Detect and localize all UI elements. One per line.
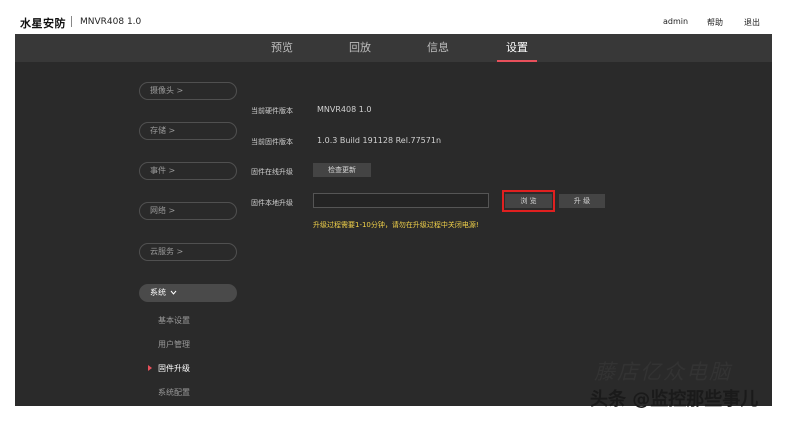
tab-preview[interactable]: 预览 bbox=[252, 34, 312, 62]
fw-version-value: 1.0.3 Build 191128 Rel.77571n bbox=[317, 136, 442, 145]
user-link[interactable]: admin bbox=[663, 17, 688, 26]
hw-version-value: MNVR408 1.0 bbox=[317, 105, 372, 114]
hw-version-label: 当前硬件版本 bbox=[251, 107, 293, 115]
sub-item-firmware-upgrade[interactable]: 固件升级 bbox=[158, 363, 190, 374]
tab-settings[interactable]: 设置 bbox=[487, 34, 547, 62]
brand-divider bbox=[71, 16, 72, 27]
logout-link[interactable]: 退出 bbox=[744, 17, 760, 28]
sub-item-user-management[interactable]: 用户管理 bbox=[158, 339, 190, 350]
local-upgrade-label: 固件本地升级 bbox=[251, 199, 293, 207]
check-update-button[interactable]: 检查更新 bbox=[313, 163, 371, 177]
tab-info[interactable]: 信息 bbox=[408, 34, 468, 62]
tab-playback[interactable]: 回放 bbox=[330, 34, 390, 62]
sub-item-system-config[interactable]: 系统配置 bbox=[158, 387, 190, 398]
sidebar-item-network[interactable]: 网络 > bbox=[139, 202, 237, 220]
device-model: MNVR408 1.0 bbox=[80, 17, 142, 27]
upgrade-hint: 升级过程需要1-10分钟，请勿在升级过程中关闭电源! bbox=[313, 221, 479, 229]
firmware-file-input[interactable] bbox=[313, 193, 489, 208]
brand-logo: 水星安防 bbox=[20, 17, 66, 30]
watermark-source: 头条 @监控那些事儿 bbox=[590, 389, 759, 410]
sidebar-item-events[interactable]: 事件 > bbox=[139, 162, 237, 180]
help-link[interactable]: 帮助 bbox=[707, 17, 723, 28]
watermark-shop-name: 藤店亿众电脑 bbox=[594, 360, 732, 384]
top-nav: 预览 回放 信息 设置 bbox=[15, 34, 772, 62]
sidebar-item-cloud[interactable]: 云服务 > bbox=[139, 243, 237, 261]
main-window: 预览 回放 信息 设置 摄像头 > 存储 > 事件 > 网络 > 云服务 > 系… bbox=[15, 34, 772, 406]
upgrade-button[interactable]: 升 级 bbox=[559, 194, 605, 208]
sidebar-item-storage[interactable]: 存储 > bbox=[139, 122, 237, 140]
browse-highlight-box bbox=[502, 190, 555, 212]
fw-version-label: 当前固件版本 bbox=[251, 138, 293, 146]
active-marker-icon bbox=[148, 365, 152, 371]
sub-item-basic-settings[interactable]: 基本设置 bbox=[158, 315, 190, 326]
sidebar-item-system[interactable]: 系统 bbox=[139, 284, 237, 302]
sidebar-item-label: 系统 bbox=[150, 288, 166, 297]
online-upgrade-label: 固件在线升级 bbox=[251, 168, 293, 176]
sidebar-item-camera[interactable]: 摄像头 > bbox=[139, 82, 237, 100]
chevron-down-icon bbox=[170, 290, 176, 295]
